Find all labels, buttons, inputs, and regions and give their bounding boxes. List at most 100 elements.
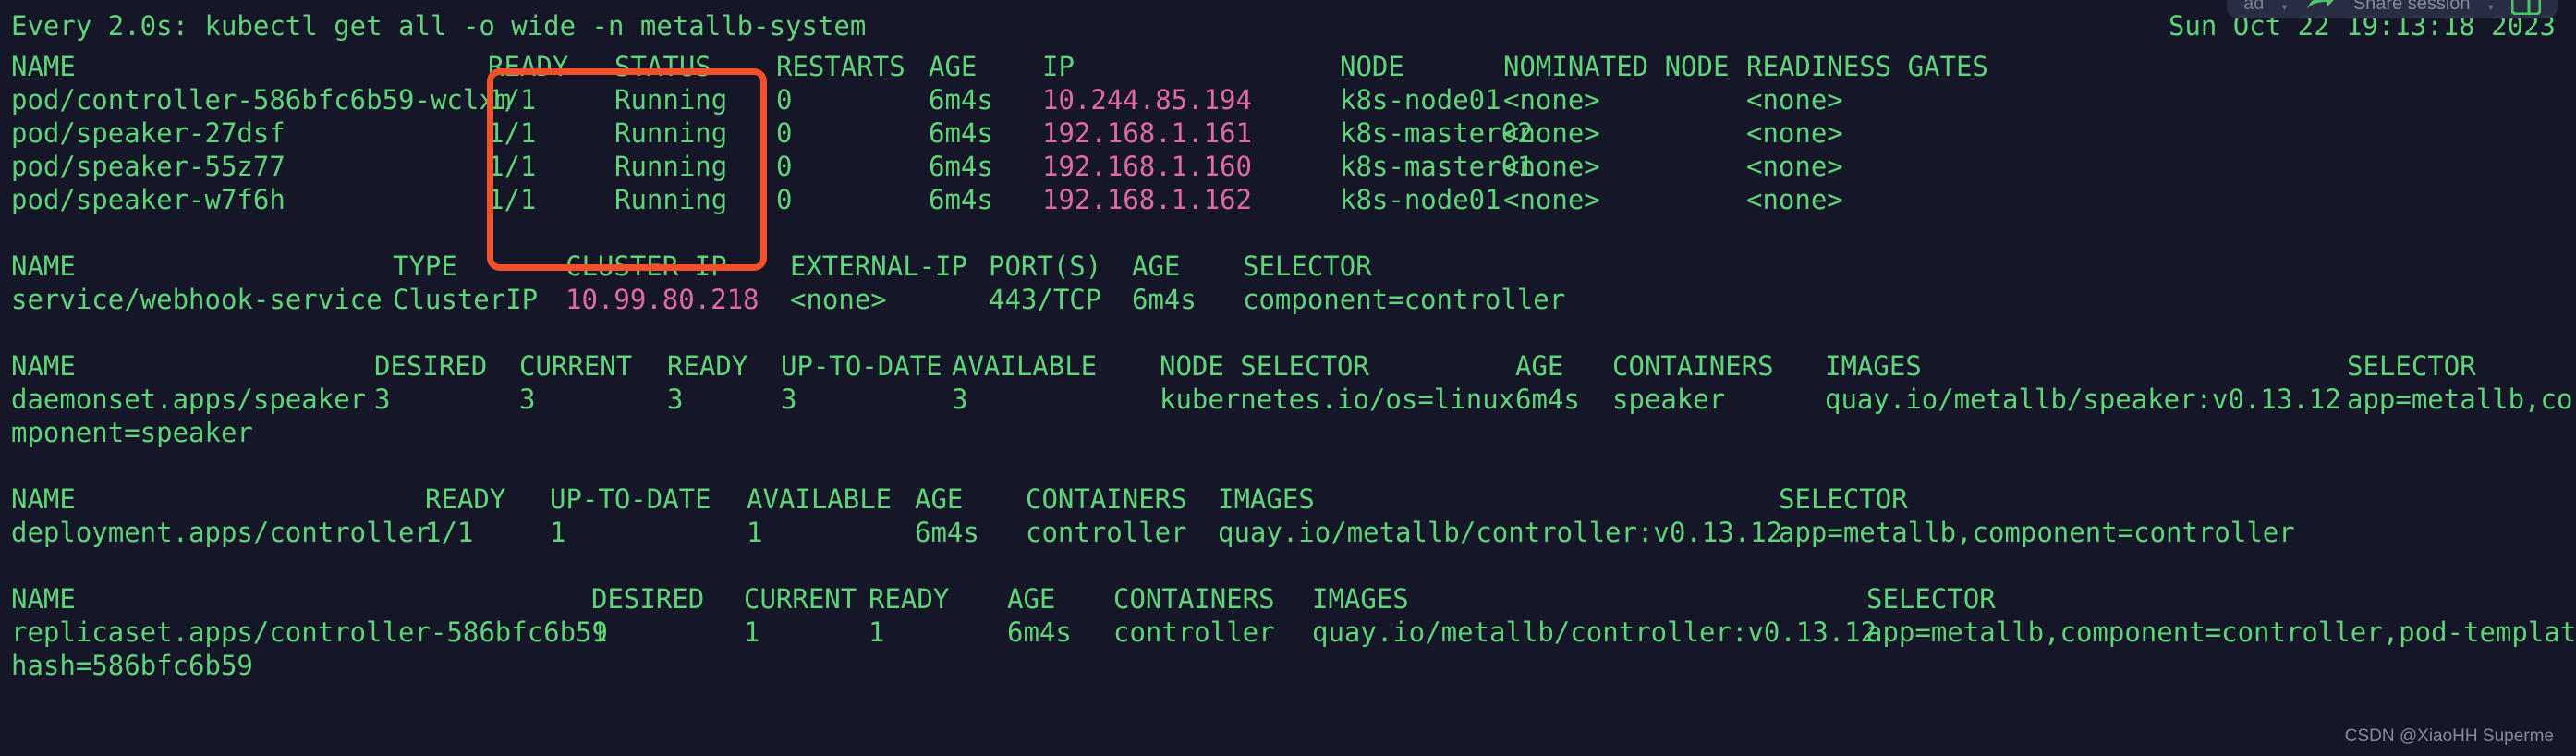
cell-age: 6m4s (1132, 284, 1197, 315)
cell-name: service/webhook-service (11, 284, 383, 315)
cell-ready: 1/1 (488, 117, 537, 149)
cell-ip: 192.168.1.160 (1042, 151, 1252, 182)
csdn-watermark: CSDN @XiaoHH Superme (2344, 726, 2554, 746)
cell-node: k8s-node01 (1340, 184, 1501, 215)
cell-readiness_gates: <none> (1746, 84, 1843, 116)
share-icon[interactable] (2305, 0, 2337, 15)
cell-restarts: 0 (776, 184, 793, 215)
share-session-label[interactable]: Share session (2353, 0, 2471, 15)
cell-current: 3 (519, 384, 536, 415)
cell-current: 1 (744, 616, 760, 648)
cell-selector: app=metallb,component=controller (1779, 517, 2295, 548)
cell-age: 6m4s (1007, 616, 1072, 648)
cell-ready: 1 (869, 616, 885, 648)
column-header: AGE (929, 51, 978, 82)
cell-restarts: 0 (776, 151, 793, 182)
cell-up_to_date: 1 (550, 517, 566, 548)
cell-name: pod/speaker-55z77 (11, 151, 286, 182)
column-header: CONTAINERS (1026, 483, 1187, 515)
cell-ready: 1/1 (425, 517, 474, 548)
column-header: NAME (11, 483, 76, 515)
cell-restarts: 0 (776, 117, 793, 149)
column-header: TYPE (393, 250, 457, 282)
cell-age: 6m4s (1515, 384, 1580, 415)
cell-age: 6m4s (929, 84, 993, 116)
cell-desired: 3 (374, 384, 391, 415)
cell-images: quay.io/metallb/speaker:v0.13.12 (1825, 384, 2341, 415)
column-header: AGE (915, 483, 964, 515)
cell-desired: 1 (591, 616, 608, 648)
cell-ready: 1/1 (488, 184, 537, 215)
cell-ip: 192.168.1.161 (1042, 117, 1252, 149)
cell-readiness_gates: <none> (1746, 117, 1843, 149)
column-header: UP-TO-DATE (781, 350, 942, 382)
column-header: SELECTOR (1243, 250, 1372, 282)
column-header: SELECTOR (1779, 483, 1908, 515)
chevron-down-icon[interactable]: ▾ (2280, 0, 2288, 15)
column-header: PORT(S) (989, 250, 1102, 282)
floating-session-toolbar[interactable]: ad ▾ Share session ▾ (2227, 0, 2558, 18)
panel-layout-icon[interactable] (2511, 0, 2541, 15)
column-header: AGE (1007, 583, 1056, 615)
column-header: SELECTOR (1866, 583, 1996, 615)
cell-node_selector: kubernetes.io/os=linux (1160, 384, 1515, 415)
column-header: DESIRED (374, 350, 488, 382)
cell-nominated_node: <none> (1503, 117, 1600, 149)
cell-containers: controller (1026, 517, 1187, 548)
column-header: AGE (1515, 350, 1564, 382)
cell-node: k8s-node01 (1340, 84, 1501, 116)
wrapped-line-replicasets: hash=586bfc6b59 (11, 650, 253, 681)
cell-age: 6m4s (929, 184, 993, 215)
cell-ready: 1/1 (488, 84, 537, 116)
column-header: DESIRED (591, 583, 705, 615)
column-header: EXTERNAL-IP (790, 250, 968, 282)
cell-ip: 10.244.85.194 (1042, 84, 1252, 116)
column-header: AVAILABLE (747, 483, 893, 515)
cell-status: Running (614, 151, 728, 182)
cell-age: 6m4s (929, 117, 993, 149)
column-header: CONTAINERS (1113, 583, 1275, 615)
cell-selector: app=metallb,co (2347, 384, 2573, 415)
watch-command-header: Every 2.0s: kubectl get all -o wide -n m… (11, 10, 867, 42)
column-header: NAME (11, 51, 76, 82)
column-header: NODE SELECTOR (1160, 350, 1369, 382)
column-header: CLUSTER-IP (565, 250, 727, 282)
column-header: IMAGES (1312, 583, 1409, 615)
column-header: RESTARTS (776, 51, 905, 82)
cell-ip: 192.168.1.162 (1042, 184, 1252, 215)
cell-name: pod/speaker-27dsf (11, 117, 286, 149)
cell-containers: speaker (1612, 384, 1726, 415)
cell-name: replicaset.apps/controller-586bfc6b59 (11, 616, 609, 648)
cell-name: deployment.apps/controller (11, 517, 431, 548)
cell-nominated_node: <none> (1503, 151, 1600, 182)
cell-status: Running (614, 184, 728, 215)
column-header: CONTAINERS (1612, 350, 1774, 382)
session-input-field[interactable]: ad (2243, 0, 2264, 15)
column-header: CURRENT (519, 350, 633, 382)
column-header: CURRENT (744, 583, 857, 615)
wrapped-line-daemonsets: mponent=speaker (11, 417, 253, 448)
cell-available: 1 (747, 517, 763, 548)
column-header: AVAILABLE (952, 350, 1098, 382)
column-header: NAME (11, 250, 76, 282)
column-header: READY (667, 350, 748, 382)
column-header: IMAGES (1218, 483, 1315, 515)
column-header: NODE (1340, 51, 1404, 82)
cell-up_to_date: 3 (781, 384, 797, 415)
cell-age: 6m4s (929, 151, 993, 182)
cell-ready: 3 (667, 384, 684, 415)
cell-status: Running (614, 84, 728, 116)
cell-status: Running (614, 117, 728, 149)
cell-images: quay.io/metallb/controller:v0.13.12 (1218, 517, 1783, 548)
cell-restarts: 0 (776, 84, 793, 116)
cell-available: 3 (952, 384, 968, 415)
column-header: READY (425, 483, 506, 515)
cell-nominated_node: <none> (1503, 184, 1600, 215)
column-header: READY (869, 583, 950, 615)
cell-age: 6m4s (915, 517, 979, 548)
chevron-down-icon-2[interactable]: ▾ (2487, 0, 2495, 15)
column-header: SELECTOR (2347, 350, 2476, 382)
column-header: AGE (1132, 250, 1181, 282)
column-header: STATUS (614, 51, 711, 82)
cell-external_ip: <none> (790, 284, 887, 315)
